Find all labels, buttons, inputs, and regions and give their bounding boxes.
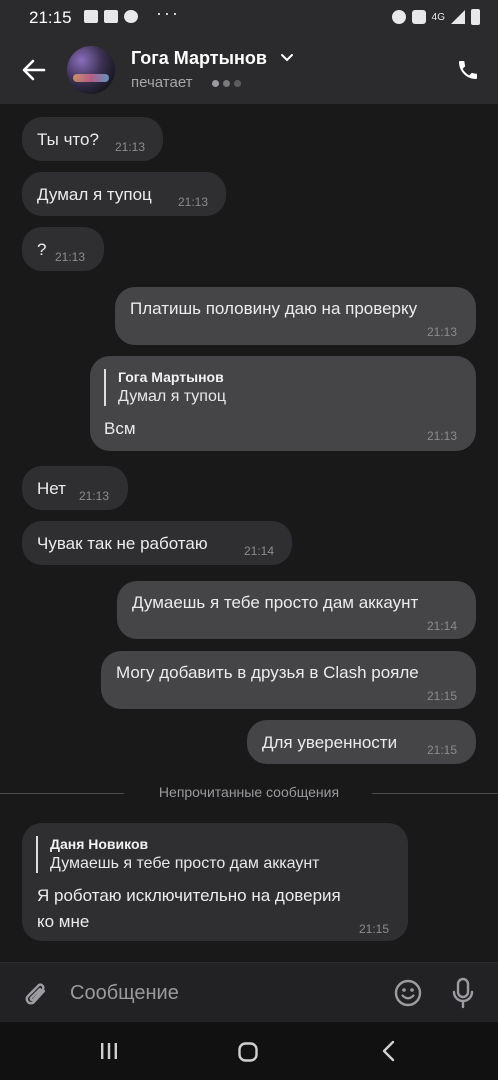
message-time: 21:15: [427, 689, 458, 703]
reply-quote[interactable]: Даня Новиков Думаешь я тебе просто дам а…: [36, 836, 320, 873]
reply-text: Думал я тупоц: [118, 388, 227, 405]
more-notifications-icon: ···: [156, 3, 180, 23]
reply-author: Гога Мартынов: [118, 369, 224, 385]
back-arrow-icon[interactable]: [20, 56, 48, 84]
avatar[interactable]: [67, 46, 115, 94]
chat-icon: [124, 10, 138, 23]
emoji-icon[interactable]: [394, 979, 422, 1007]
phone-icon[interactable]: [456, 58, 480, 82]
mail-icon: [104, 10, 118, 23]
notification-icons: [84, 10, 138, 23]
message-outgoing-reply[interactable]: Гога Мартынов Думал я тупоц Всм 21:13: [90, 356, 476, 451]
back-icon[interactable]: [380, 1040, 398, 1062]
message-input[interactable]: [70, 979, 370, 1007]
unread-label: Непрочитанные сообщения: [158, 784, 340, 800]
system-icons: 4G: [391, 9, 480, 25]
message-time: 21:14: [244, 544, 275, 558]
message-incoming[interactable]: Ты что? 21:13: [22, 117, 163, 161]
reply-text: Думаешь я тебе просто дам аккаунт: [50, 855, 320, 872]
home-icon[interactable]: [238, 1042, 258, 1062]
reply-author: Даня Новиков: [50, 836, 149, 852]
message-time: 21:13: [115, 140, 146, 154]
message-incoming[interactable]: ? 21:13: [22, 227, 104, 271]
gallery-icon: [84, 10, 98, 23]
message-incoming[interactable]: Нет 21:13: [22, 466, 128, 510]
message-text: Платишь половину даю на проверку: [130, 299, 418, 318]
paperclip-icon[interactable]: [22, 979, 50, 1009]
message-time: 21:13: [178, 195, 209, 209]
message-text: Всм: [104, 419, 136, 438]
message-time: 21:13: [55, 250, 86, 264]
chat-header: Гога Мартынов печатает: [0, 34, 498, 104]
network-type: 4G: [431, 11, 445, 23]
system-navigation-bar: [0, 1022, 498, 1080]
alarm-icon: [391, 10, 406, 24]
message-time: 21:13: [79, 489, 110, 503]
recent-apps-icon[interactable]: [100, 1042, 118, 1060]
message-incoming[interactable]: Чувак так не работаю 21:14: [22, 521, 292, 565]
status-time: 21:15: [29, 8, 72, 27]
message-composer: [0, 962, 498, 1023]
message-text: Ты что?: [37, 130, 99, 149]
chevron-down-icon[interactable]: [280, 51, 294, 65]
contact-name[interactable]: Гога Мартынов: [131, 48, 267, 69]
message-text: Я роботаю исключительно на доверия: [37, 886, 341, 905]
status-bar: 21:15 ··· 4G: [0, 0, 498, 34]
message-outgoing[interactable]: Для уверенности 21:15: [247, 720, 476, 764]
message-time: 21:15: [359, 922, 390, 936]
message-outgoing[interactable]: Платишь половину даю на проверку 21:13: [115, 287, 476, 345]
reply-quote[interactable]: Гога Мартынов Думал я тупоц: [104, 369, 226, 406]
signal-icon: [451, 10, 465, 24]
microphone-icon[interactable]: [452, 977, 474, 1009]
message-outgoing[interactable]: Могу добавить в друзья в Clash рояле 21:…: [101, 651, 476, 709]
message-text: Для уверенности: [262, 733, 398, 752]
message-text: Могу добавить в друзья в Clash рояле: [116, 663, 419, 682]
message-time: 21:13: [427, 429, 458, 443]
typing-status: печатает: [131, 74, 193, 91]
separator-line: [372, 793, 498, 794]
message-text: Думал я тупоц: [37, 185, 152, 204]
typing-indicator-icon: [212, 80, 241, 87]
message-text: ?: [37, 240, 47, 259]
message-incoming-reply[interactable]: Даня Новиков Думаешь я тебе просто дам а…: [22, 823, 408, 941]
mute-icon: [411, 10, 426, 24]
message-time: 21:13: [427, 325, 458, 339]
message-text-continued: ко мне: [37, 912, 90, 931]
message-text: Чувак так не работаю: [37, 534, 208, 553]
unread-separator: Непрочитанные сообщения: [0, 780, 498, 806]
message-incoming[interactable]: Думал я тупоц 21:13: [22, 172, 226, 216]
battery-icon: [471, 9, 480, 25]
message-text: Думаешь я тебе просто дам аккаунт: [132, 593, 419, 612]
message-time: 21:14: [427, 619, 458, 633]
message-text: Нет: [37, 479, 66, 498]
message-outgoing[interactable]: Думаешь я тебе просто дам аккаунт 21:14: [117, 581, 476, 639]
message-time: 21:15: [427, 743, 458, 757]
